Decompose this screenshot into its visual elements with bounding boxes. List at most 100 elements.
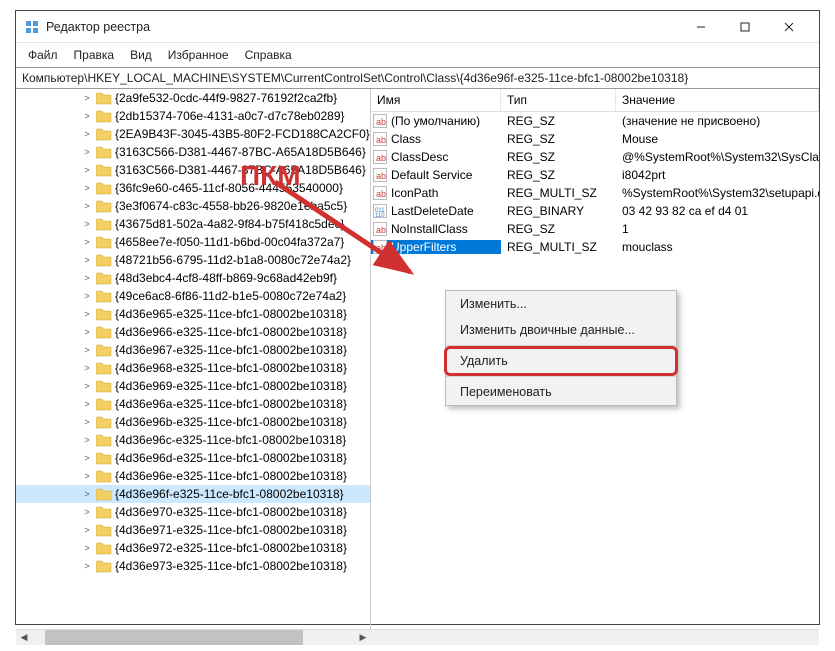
value-name: IconPath	[391, 186, 438, 200]
value-type: REG_MULTI_SZ	[501, 240, 616, 254]
chevron-right-icon[interactable]: >	[81, 129, 93, 139]
list-row[interactable]: 011110LastDeleteDateREG_BINARY03 42 93 8…	[371, 202, 819, 220]
menu-help[interactable]: Справка	[237, 45, 300, 65]
list-row[interactable]: ab(По умолчанию)REG_SZ(значение не присв…	[371, 112, 819, 130]
context-menu: Изменить... Изменить двоичные данные... …	[445, 290, 677, 406]
close-button[interactable]	[767, 12, 811, 42]
menu-view[interactable]: Вид	[122, 45, 160, 65]
svg-text:ab: ab	[376, 117, 386, 127]
chevron-right-icon[interactable]: >	[81, 111, 93, 121]
chevron-right-icon[interactable]: >	[81, 309, 93, 319]
tree-item[interactable]: >{4d36e96d-e325-11ce-bfc1-08002be10318}	[16, 449, 370, 467]
overlay-label: ПКМ	[240, 160, 301, 192]
tree-item[interactable]: >{4d36e971-e325-11ce-bfc1-08002be10318}	[16, 521, 370, 539]
menu-edit[interactable]: Правка	[66, 45, 123, 65]
scroll-right-icon[interactable]: ▶	[355, 630, 371, 645]
value-name: Default Service	[391, 168, 472, 182]
chevron-right-icon[interactable]: >	[81, 255, 93, 265]
menu-file[interactable]: Файл	[20, 45, 66, 65]
tree-item[interactable]: > {3163C566-D381-4467-87BC-A65A18D5B646}	[16, 143, 370, 161]
tree-item[interactable]: > {2db15374-706e-4131-a0c7-d7c78eb0289}	[16, 107, 370, 125]
chevron-right-icon[interactable]: >	[81, 219, 93, 229]
menu-favorites[interactable]: Избранное	[160, 45, 237, 65]
ctx-delete[interactable]: Удалить	[446, 348, 676, 374]
tree-item[interactable]: >{4d36e96b-e325-11ce-bfc1-08002be10318}	[16, 413, 370, 431]
chevron-right-icon[interactable]: >	[81, 489, 93, 499]
chevron-right-icon[interactable]: >	[81, 291, 93, 301]
list-row[interactable]: abNoInstallClassREG_SZ1	[371, 220, 819, 238]
value-name: Class	[391, 132, 421, 146]
tree-item[interactable]: >{4d36e965-e325-11ce-bfc1-08002be10318}	[16, 305, 370, 323]
col-header-name[interactable]: Имя	[371, 89, 501, 111]
chevron-right-icon[interactable]: >	[81, 435, 93, 445]
tree-item[interactable]: >{4d36e96c-e325-11ce-bfc1-08002be10318}	[16, 431, 370, 449]
chevron-right-icon[interactable]: >	[81, 345, 93, 355]
list-row[interactable]: abIconPathREG_MULTI_SZ%SystemRoot%\Syste…	[371, 184, 819, 202]
chevron-right-icon[interactable]: >	[81, 525, 93, 535]
folder-icon	[96, 380, 112, 393]
tree-pane[interactable]: >{2a9fe532-0cdc-44f9-9827-76192f2ca2fb}>…	[16, 89, 371, 629]
chevron-right-icon[interactable]: >	[81, 93, 93, 103]
tree-item[interactable]: >{48d3ebc4-4cf8-48ff-b869-9c68ad42eb9f}	[16, 269, 370, 287]
list-row[interactable]: abDefault ServiceREG_SZi8042prt	[371, 166, 819, 184]
tree-item[interactable]: >{43675d81-502a-4a82-9f84-b75f418c5dec}	[16, 215, 370, 233]
tree-item-label: {2db15374-706e-4131-a0c7-d7c78eb0289}	[115, 109, 345, 123]
tree-item[interactable]: >{3163C566-D381-4467-87BC-A65A18D5B646}	[16, 161, 370, 179]
tree-item-label: {4d36e966-e325-11ce-bfc1-08002be10318}	[115, 325, 347, 339]
chevron-right-icon[interactable]: >	[81, 453, 93, 463]
list-row[interactable]: abClassREG_SZMouse	[371, 130, 819, 148]
tree-item[interactable]: >{4d36e96f-e325-11ce-bfc1-08002be10318}	[16, 485, 370, 503]
col-header-type[interactable]: Тип	[501, 89, 616, 111]
chevron-right-icon[interactable]: >	[81, 381, 93, 391]
ctx-rename[interactable]: Переименовать	[446, 379, 676, 405]
chevron-right-icon[interactable]: >	[81, 273, 93, 283]
col-header-value[interactable]: Значение	[616, 89, 819, 111]
chevron-right-icon[interactable]: >	[81, 147, 93, 157]
tree-item[interactable]: >{49ce6ac8-6f86-11d2-b1e5-0080c72e74a2}	[16, 287, 370, 305]
list-row[interactable]: abClassDescREG_SZ@%SystemRoot%\System32\…	[371, 148, 819, 166]
tree-item[interactable]: >{36fc9e60-c465-11cf-8056-444553540000}	[16, 179, 370, 197]
tree-item[interactable]: >{48721b56-6795-11d2-b1a8-0080c72e74a2}	[16, 251, 370, 269]
value-type: REG_SZ	[501, 222, 616, 236]
tree-item[interactable]: >{4658ee7e-f050-11d1-b6bd-00c04fa372a7}	[16, 233, 370, 251]
ctx-modify-binary[interactable]: Изменить двоичные данные...	[446, 317, 676, 343]
tree-item[interactable]: >{4d36e969-e325-11ce-bfc1-08002be10318}	[16, 377, 370, 395]
chevron-right-icon[interactable]: >	[81, 327, 93, 337]
tree-item-label: {4d36e972-e325-11ce-bfc1-08002be10318}	[115, 541, 347, 555]
maximize-button[interactable]	[723, 12, 767, 42]
chevron-right-icon[interactable]: >	[81, 471, 93, 481]
chevron-right-icon[interactable]: >	[81, 507, 93, 517]
tree-item[interactable]: >{4d36e967-e325-11ce-bfc1-08002be10318}	[16, 341, 370, 359]
chevron-right-icon[interactable]: >	[81, 237, 93, 247]
tree-item[interactable]: > {4d36e973-e325-11ce-bfc1-08002be10318}	[16, 557, 370, 575]
tree-item-label: {4d36e968-e325-11ce-bfc1-08002be10318}	[115, 361, 347, 375]
list-row[interactable]: abUpperFiltersREG_MULTI_SZmouclass	[371, 238, 819, 256]
tree-item[interactable]: > {4d36e966-e325-11ce-bfc1-08002be10318}	[16, 323, 370, 341]
chevron-right-icon[interactable]: >	[81, 561, 93, 571]
chevron-right-icon[interactable]: >	[81, 363, 93, 373]
tree-item[interactable]: > {4d36e968-e325-11ce-bfc1-08002be10318}	[16, 359, 370, 377]
folder-icon	[96, 452, 112, 465]
value-icon: ab	[373, 240, 387, 254]
value-data: @%SystemRoot%\System32\SysClass.dll,-300…	[616, 150, 819, 164]
chevron-right-icon[interactable]: >	[81, 417, 93, 427]
tree-item-label: {3163C566-D381-4467-87BC-A65A18D5B646}	[115, 145, 366, 159]
tree-item[interactable]: >{4d36e970-e325-11ce-bfc1-08002be10318}	[16, 503, 370, 521]
chevron-right-icon[interactable]: >	[81, 165, 93, 175]
scroll-track[interactable]	[32, 630, 355, 645]
tree-item-label: {4d36e973-e325-11ce-bfc1-08002be10318}	[115, 559, 347, 573]
tree-item[interactable]: >{3e3f0674-c83c-4558-bb26-9820e1eba5c5}	[16, 197, 370, 215]
minimize-button[interactable]	[679, 12, 723, 42]
ctx-modify[interactable]: Изменить...	[446, 291, 676, 317]
chevron-right-icon[interactable]: >	[81, 399, 93, 409]
scroll-left-icon[interactable]: ◀	[16, 630, 32, 645]
tree-item[interactable]: > {4d36e972-e325-11ce-bfc1-08002be10318}	[16, 539, 370, 557]
address-bar[interactable]: Компьютер\HKEY_LOCAL_MACHINE\SYSTEM\Curr…	[16, 67, 819, 89]
tree-item[interactable]: >{4d36e96a-e325-11ce-bfc1-08002be10318}	[16, 395, 370, 413]
chevron-right-icon[interactable]: >	[81, 183, 93, 193]
tree-item[interactable]: >{2EA9B43F-3045-43B5-80F2-FCD188CA2CF0}	[16, 125, 370, 143]
tree-item[interactable]: >{4d36e96e-e325-11ce-bfc1-08002be10318}	[16, 467, 370, 485]
chevron-right-icon[interactable]: >	[81, 201, 93, 211]
chevron-right-icon[interactable]: >	[81, 543, 93, 553]
tree-item[interactable]: >{2a9fe532-0cdc-44f9-9827-76192f2ca2fb}	[16, 89, 370, 107]
